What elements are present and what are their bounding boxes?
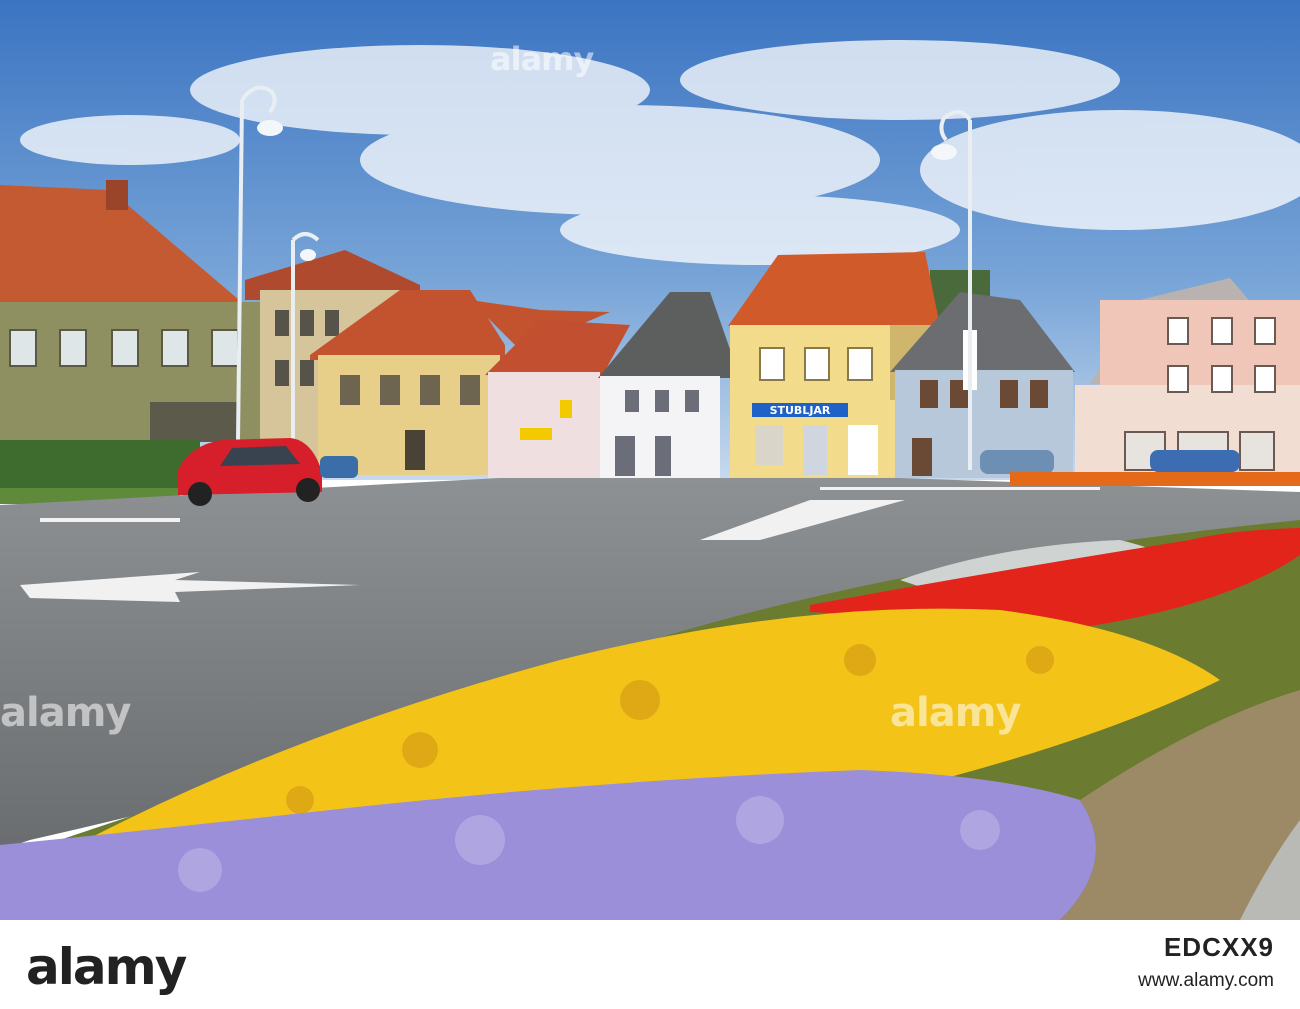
peach-building	[1075, 278, 1300, 480]
street-photo: STUBLJAR alamy alamy alamy	[0, 0, 1300, 920]
image-id: EDCXX9	[1163, 932, 1274, 962]
stock-footer: alamy EDCXX9 www.alamy.com	[0, 920, 1300, 1009]
watermark-right: alamy	[890, 690, 1021, 736]
watermark-left: alamy	[0, 690, 131, 736]
shop-sign-text: STUBLJAR	[770, 404, 831, 417]
hedge	[0, 440, 200, 495]
site-url: www.alamy.com	[1138, 970, 1274, 991]
alamy-logo: alamy	[26, 938, 187, 996]
watermark-top: alamy	[490, 40, 594, 78]
